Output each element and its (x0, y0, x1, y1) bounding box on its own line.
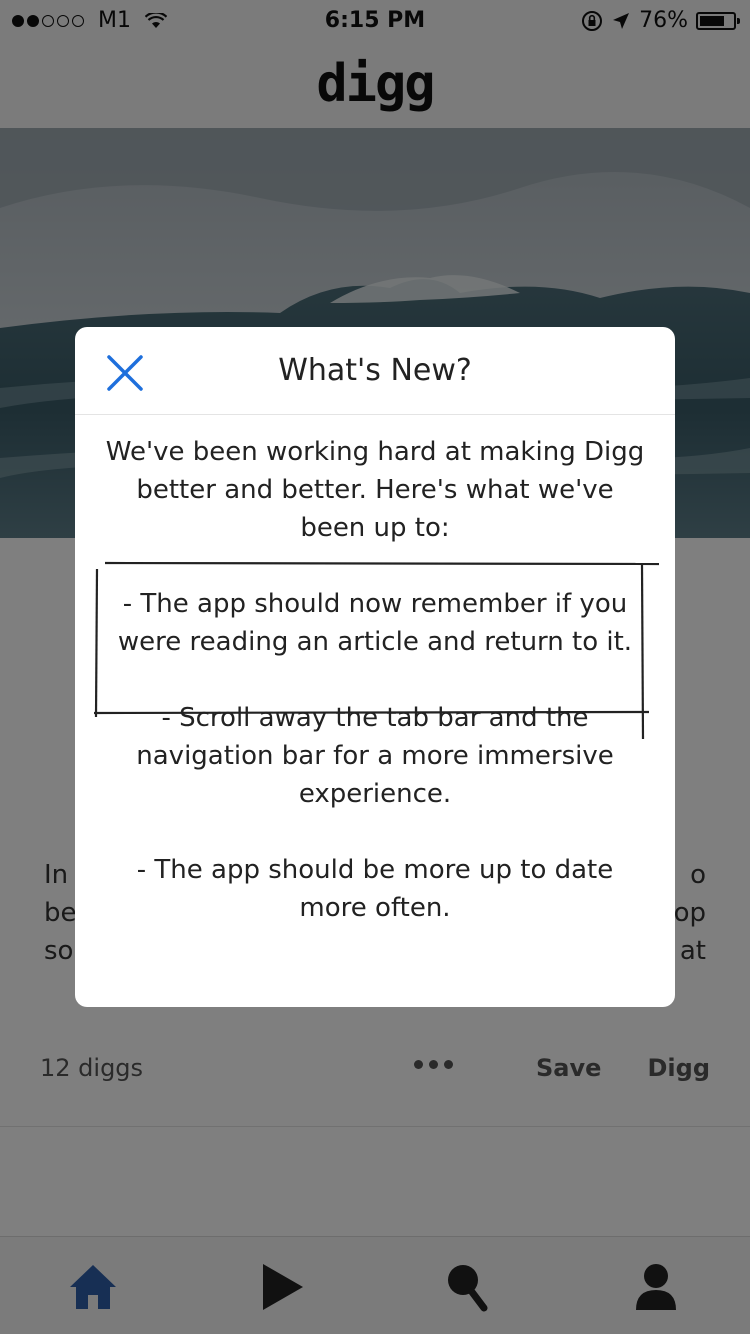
dialog-body: We've been working hard at making Digg b… (105, 433, 645, 927)
app-screen: M1 6:15 PM 76% digg (0, 0, 750, 1334)
dialog-header: What's New? (75, 327, 675, 415)
dialog-title: What's New? (278, 353, 472, 388)
update-note: - The app should be more up to date more… (136, 855, 614, 923)
update-note: - Scroll away the tab bar and the naviga… (136, 703, 614, 809)
dialog-intro-text: We've been working hard at making Digg b… (105, 437, 645, 543)
update-note: - The app should now remember if you wer… (117, 589, 633, 657)
whats-new-dialog: What's New? We've been working hard at m… (75, 327, 675, 1007)
